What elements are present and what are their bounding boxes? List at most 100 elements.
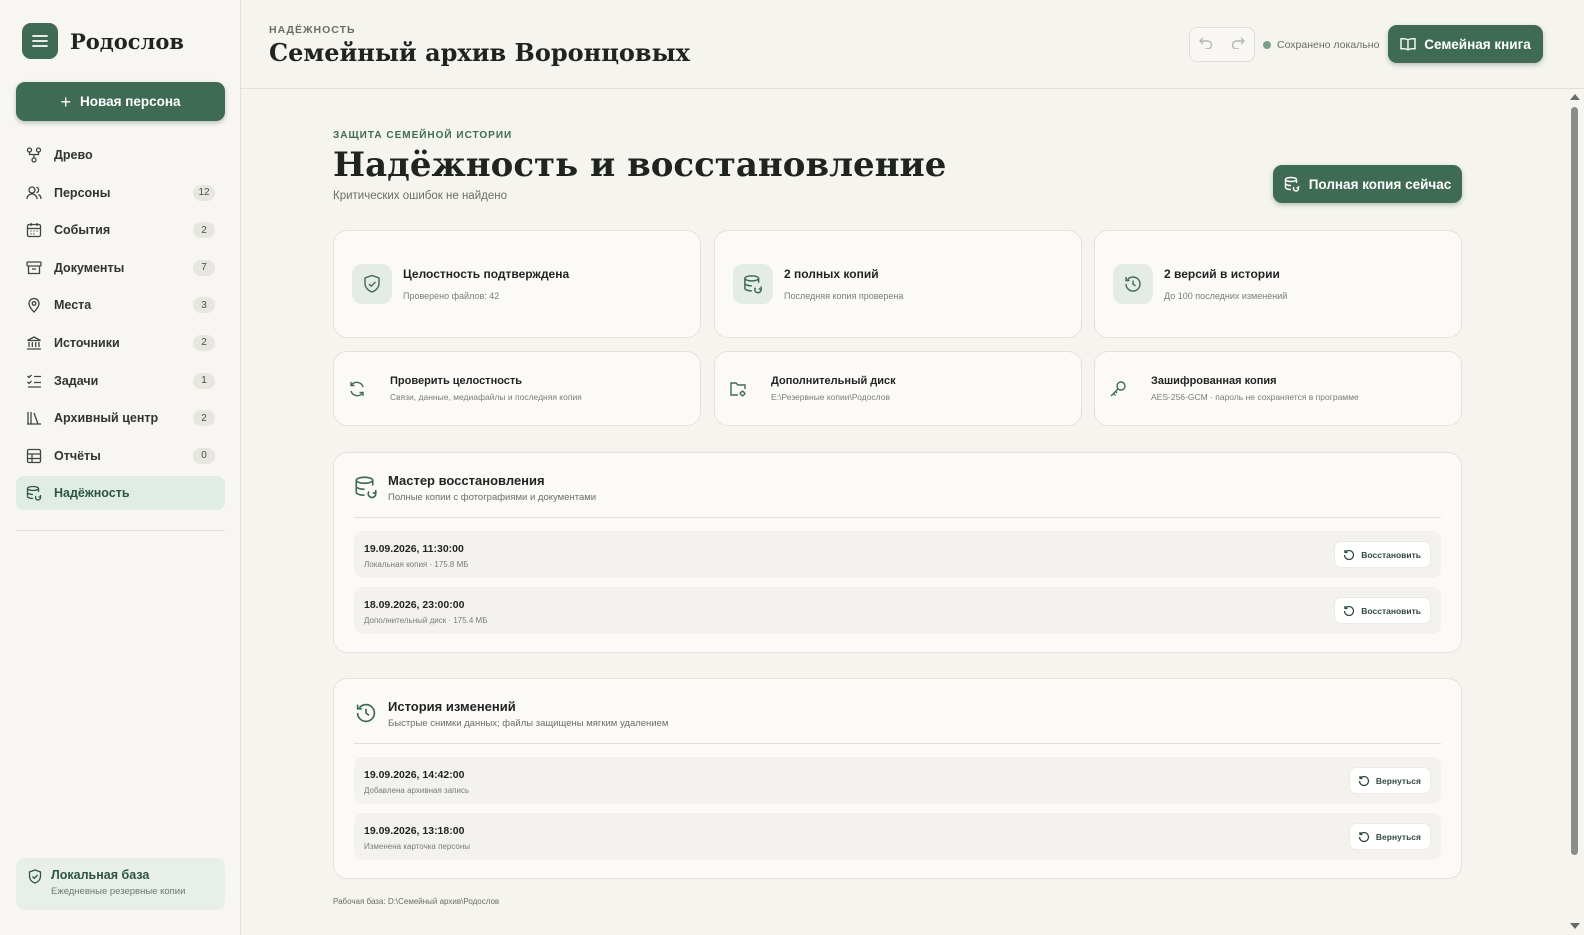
restore-wizard-panel: Мастер восстановления Полные копии с фот… <box>333 452 1462 653</box>
action-check-integrity[interactable]: Проверить целостность Связи, данные, мед… <box>333 351 701 426</box>
undo-redo-group <box>1189 27 1255 62</box>
sidebar-item-label: Источники <box>54 335 120 350</box>
panel-divider <box>354 517 1441 518</box>
restore-icon <box>1344 605 1355 616</box>
stat-subtitle: До 100 последних изменений <box>1164 291 1288 301</box>
stat-card-full-copies: 2 полных копий Последняя копия проверена <box>714 230 1082 338</box>
sidebar-item-label: События <box>54 223 111 238</box>
undo-icon[interactable] <box>1199 36 1213 54</box>
revert-button[interactable]: Вернуться <box>1348 823 1431 850</box>
panel-divider <box>354 743 1441 744</box>
sidebar-item-label: Документы <box>54 260 125 275</box>
action-subtitle: Связи, данные, медиафайлы и последняя ко… <box>390 392 582 402</box>
restore-button[interactable]: Восстановить <box>1334 597 1431 624</box>
sidebar-item-label: Надёжность <box>54 486 130 501</box>
panel-subtitle: Полные копии с фотографиями и документам… <box>388 492 597 503</box>
stat-card-history: 2 версий в истории До 100 последних изме… <box>1094 230 1462 338</box>
database-restore-icon <box>733 264 773 304</box>
count-badge: 2 <box>193 334 215 351</box>
revert-icon <box>1358 831 1370 842</box>
backup-meta: Локальная копия · 175.8 МБ <box>364 560 469 569</box>
history-meta: Изменена карточка персоны <box>364 842 471 851</box>
sidebar-item-label: Задачи <box>54 373 99 388</box>
panel-header: Мастер восстановления Полные копии с фот… <box>354 473 596 504</box>
sidebar-item-tree[interactable]: Древо <box>16 138 225 172</box>
sidebar-item-label: Древо <box>54 148 93 162</box>
scroll-thumb[interactable] <box>1571 107 1578 855</box>
sidebar-item-archive-center[interactable]: Архивный центр 2 <box>16 401 225 435</box>
section-subtitle: Критических ошибок не найдено <box>333 190 507 202</box>
revert-icon <box>1358 775 1370 786</box>
history-row: 19.09.2026, 14:42:00 Добавлена архивная … <box>354 757 1441 804</box>
backup-row: 18.09.2026, 23:00:00 Дополнительный диск… <box>354 587 1441 634</box>
backup-meta: Дополнительный диск · 175.4 МБ <box>364 616 488 625</box>
restore-label: Восстановить <box>1361 605 1421 616</box>
database-icon <box>26 485 42 501</box>
key-icon <box>1109 380 1127 398</box>
count-badge: 1 <box>193 372 215 389</box>
menu-button[interactable] <box>22 23 58 59</box>
backup-date: 18.09.2026, 23:00:00 <box>364 599 465 611</box>
save-status: Сохранено локально <box>1263 39 1379 51</box>
revert-label: Вернуться <box>1375 831 1421 842</box>
local-db-status: Локальная база Ежедневные резервные копи… <box>16 858 225 910</box>
main-content: ЗАЩИТА СЕМЕЙНОЙ ИСТОРИИ Надёжность и вос… <box>241 89 1566 935</box>
sidebar-item-label: Архивный центр <box>54 411 159 426</box>
scroll-up-arrow[interactable] <box>1570 94 1580 100</box>
refresh-icon <box>348 380 366 398</box>
scroll-down-arrow[interactable] <box>1570 923 1580 929</box>
header-eyebrow: НАДЁЖНОСТЬ <box>269 24 356 36</box>
tree-icon <box>26 147 42 163</box>
sidebar-divider <box>16 530 225 531</box>
revert-button[interactable]: Вернуться <box>1348 767 1431 794</box>
folder-settings-icon <box>729 380 747 398</box>
action-extra-disk[interactable]: Дополнительный диск E:\Резервные копии\Р… <box>714 351 1082 426</box>
sidebar-item-reports[interactable]: Отчёты 0 <box>16 439 225 473</box>
book-icon <box>1400 37 1416 51</box>
stat-subtitle: Проверено файлов: 42 <box>403 291 500 301</box>
sidebar-item-documents[interactable]: Документы 7 <box>16 251 225 285</box>
count-badge: 12 <box>193 184 215 201</box>
working-db-path: Рабочая база: D:\Семейный архив\Родослов <box>333 897 500 906</box>
restore-button[interactable]: Восстановить <box>1334 541 1431 568</box>
sidebar-item-tasks[interactable]: Задачи 1 <box>16 364 225 398</box>
backup-row: 19.09.2026, 11:30:00 Локальная копия · 1… <box>354 531 1441 578</box>
stat-subtitle: Последняя копия проверена <box>784 291 904 301</box>
full-copy-button[interactable]: Полная копия сейчас <box>1273 165 1462 203</box>
calendar-icon <box>26 222 42 238</box>
count-badge: 2 <box>193 222 215 239</box>
archive-box-icon <box>26 260 42 276</box>
count-badge: 2 <box>193 410 215 427</box>
action-encrypted-copy[interactable]: Зашифрованная копия AES-256-GCM · пароль… <box>1094 351 1462 426</box>
sidebar-item-reliability[interactable]: Надёжность <box>16 476 225 511</box>
app-name: Родослов <box>70 28 184 54</box>
page-title: Семейный архив Воронцовых <box>269 38 690 67</box>
database-restore-icon <box>354 475 378 504</box>
restore-icon <box>1344 549 1355 560</box>
table-icon <box>26 448 42 464</box>
count-badge: 3 <box>193 297 215 314</box>
new-person-button[interactable]: + Новая персона <box>16 82 225 121</box>
shield-check-icon <box>28 869 42 900</box>
redo-icon[interactable] <box>1231 36 1245 54</box>
history-row: 19.09.2026, 13:18:00 Изменена карточка п… <box>354 813 1441 860</box>
action-subtitle: E:\Резервные копии\Родослов <box>771 392 890 402</box>
history-date: 19.09.2026, 13:18:00 <box>364 825 465 837</box>
sidebar-item-sources[interactable]: Источники 2 <box>16 326 225 360</box>
sidebar-item-events[interactable]: События 2 <box>16 213 225 247</box>
database-backup-icon <box>1284 176 1300 192</box>
sidebar: Родослов + Новая персона Древо Персоны 1… <box>0 0 241 935</box>
shield-check-icon <box>352 264 392 304</box>
action-title: Проверить целостность <box>390 375 523 387</box>
section-title: Надёжность и восстановление <box>333 145 947 185</box>
restore-label: Восстановить <box>1361 549 1421 560</box>
history-meta: Добавлена архивная запись <box>364 786 470 795</box>
library-icon <box>26 410 42 426</box>
count-badge: 7 <box>193 259 215 276</box>
family-book-button[interactable]: Семейная книга <box>1388 25 1543 63</box>
map-pin-icon <box>26 297 42 314</box>
sidebar-item-persons[interactable]: Персоны 12 <box>16 176 225 210</box>
sidebar-item-places[interactable]: Места 3 <box>16 288 225 322</box>
scrollbar[interactable] <box>1566 89 1584 935</box>
new-person-label: Новая персона <box>79 94 181 109</box>
